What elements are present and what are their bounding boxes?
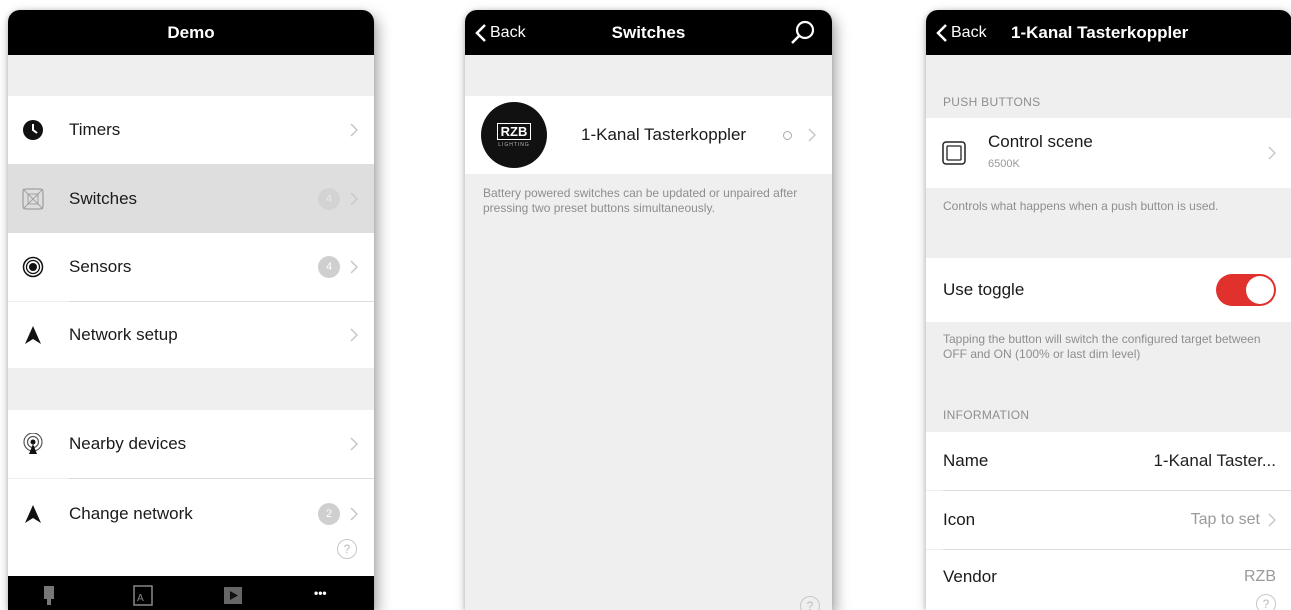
chevron-right-icon	[1268, 513, 1276, 527]
page-title: Switches	[611, 22, 686, 42]
tab-media-icon[interactable]	[222, 584, 244, 606]
page-title: Demo	[167, 22, 215, 42]
help-icon[interactable]: ?	[800, 596, 820, 610]
icon-value: Tap to set	[1190, 511, 1260, 528]
device-name: 1-Kanal Tasterkoppler	[581, 125, 747, 144]
push-button-icon	[942, 141, 966, 165]
info-row-vendor: Vendor RZB ?	[926, 550, 1291, 610]
back-label: Back	[951, 23, 987, 41]
search-icon[interactable]	[790, 20, 816, 46]
screen-main-menu: Demo Timers Switches 4 Sensors 4 Network…	[8, 10, 374, 610]
chevron-left-icon	[936, 23, 947, 42]
menu-item-label: Change network	[69, 504, 193, 523]
control-scene-title: Control scene	[988, 132, 1093, 151]
vendor-value: RZB	[1244, 568, 1276, 585]
screen-device-detail: Back 1-Kanal Tasterkoppler PUSH BUTTONS …	[926, 10, 1291, 610]
logo-text: RZB	[496, 122, 532, 140]
chevron-right-icon	[350, 260, 358, 274]
toggle-knob	[1246, 276, 1274, 304]
chevron-right-icon	[350, 328, 358, 342]
use-toggle-note: Tapping the button will switch the confi…	[943, 332, 1261, 361]
chevron-right-icon	[350, 123, 358, 137]
name-value: 1-Kanal Taster...	[1153, 451, 1276, 470]
info-row-icon[interactable]: Icon Tap to set	[926, 491, 1291, 549]
menu-item-label: Nearby devices	[69, 434, 187, 453]
menu-item-change-network[interactable]: Change network 2 ?	[8, 479, 374, 577]
vendor-label: Vendor	[943, 567, 997, 586]
tab-more-icon[interactable]: •••	[314, 586, 340, 608]
menu-item-label: Sensors	[69, 257, 132, 276]
nearby-devices-icon	[22, 433, 44, 455]
device-logo: RZB LIGHTING	[481, 102, 547, 168]
screen-switches: Back Switches RZB LIGHTING 1-Kanal Taste…	[465, 10, 832, 610]
navbar: Back Switches	[465, 10, 832, 55]
count-badge: 4	[318, 256, 340, 278]
back-button[interactable]: Back	[475, 10, 526, 55]
tab-scenes-icon[interactable]: A	[132, 584, 154, 606]
navbar: Back 1-Kanal Tasterkoppler	[926, 10, 1291, 55]
section-header-push-buttons: PUSH BUTTONS	[943, 95, 1041, 109]
clock-icon	[22, 119, 44, 141]
count-badge: 4	[318, 187, 340, 210]
menu-item-sensors[interactable]: Sensors 4	[8, 233, 374, 301]
menu-item-switches[interactable]: Switches 4	[8, 164, 374, 233]
menu-item-timers[interactable]: Timers	[8, 96, 374, 164]
name-label: Name	[943, 451, 989, 470]
status-dot-icon	[783, 130, 792, 140]
icon-label: Icon	[943, 510, 976, 529]
count-badge: 2	[318, 503, 340, 525]
menu-item-label: Switches	[69, 188, 138, 208]
menu-item-label: Timers	[69, 120, 121, 139]
switch-icon	[22, 187, 44, 210]
logo-subtext: LIGHTING	[498, 141, 530, 148]
back-button[interactable]: Back	[936, 10, 987, 55]
control-scene-row[interactable]: Control scene 6500K	[926, 118, 1291, 188]
network-arrow-icon	[22, 503, 44, 525]
tab-lamp-icon[interactable]	[38, 584, 60, 606]
control-scene-note: Controls what happens when a push button…	[943, 199, 1219, 213]
menu-item-network-setup[interactable]: Network setup	[8, 302, 374, 368]
back-label: Back	[490, 23, 526, 41]
svg-text:A: A	[137, 593, 144, 604]
help-icon[interactable]: ?	[1256, 594, 1276, 610]
tab-bar: A •••	[8, 576, 374, 610]
chevron-left-icon	[475, 23, 486, 42]
network-arrow-icon	[22, 324, 44, 346]
chevron-right-icon	[350, 507, 358, 521]
use-toggle-switch[interactable]	[1216, 274, 1276, 306]
chevron-right-icon	[1268, 146, 1276, 160]
info-row-name[interactable]: Name 1-Kanal Taster...	[926, 432, 1291, 490]
help-icon[interactable]: ?	[337, 539, 357, 559]
switches-footnote: Battery powered switches can be updated …	[483, 186, 798, 215]
device-row[interactable]: RZB LIGHTING 1-Kanal Tasterkoppler	[465, 96, 832, 174]
menu-item-label: Network setup	[69, 325, 178, 344]
navbar: Demo	[8, 10, 374, 55]
use-toggle-label: Use toggle	[943, 280, 1025, 299]
chevron-right-icon	[350, 191, 358, 206]
chevron-right-icon	[808, 128, 816, 142]
menu-item-nearby-devices[interactable]: Nearby devices	[8, 410, 374, 478]
section-header-information: INFORMATION	[943, 408, 1030, 422]
page-title: 1-Kanal Tasterkoppler	[1011, 22, 1189, 42]
control-scene-value: 6500K	[988, 158, 1020, 170]
use-toggle-row: Use toggle	[926, 258, 1291, 322]
sensor-icon	[22, 256, 44, 278]
chevron-right-icon	[350, 437, 358, 451]
